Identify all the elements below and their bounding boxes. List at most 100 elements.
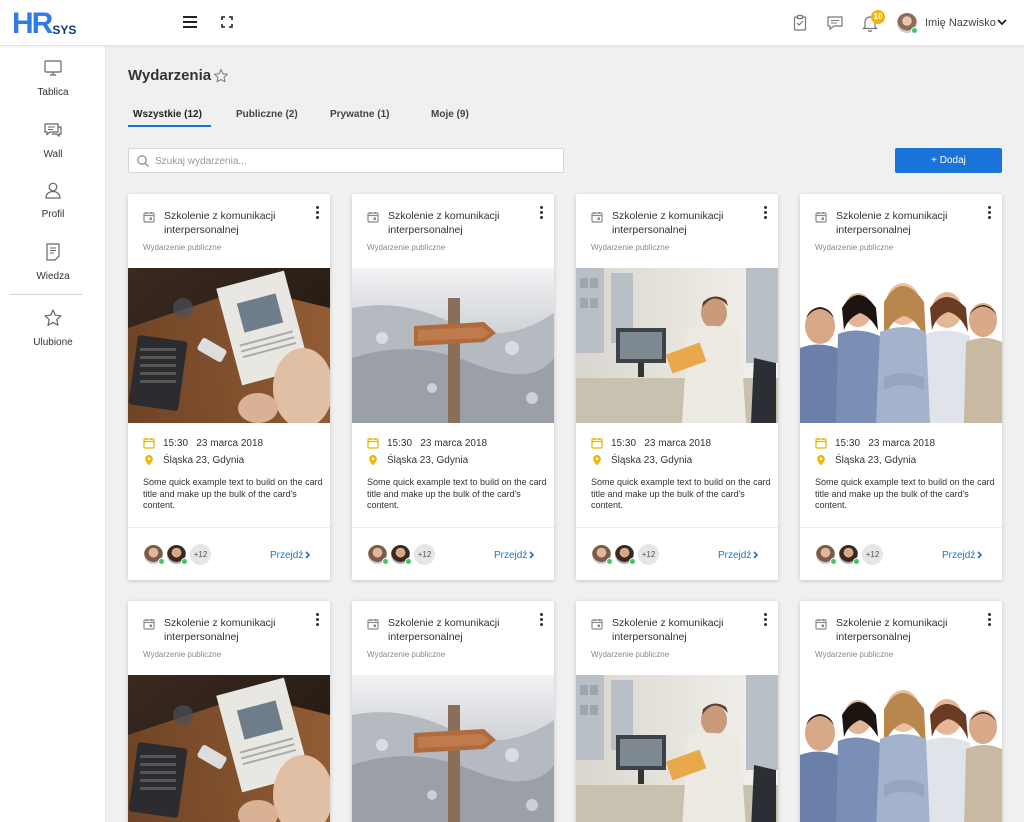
chevron-right-icon [753, 551, 759, 559]
event-title[interactable]: Szkolenie z komunikacji interpersonalnej [164, 616, 304, 644]
event-card[interactable]: Szkolenie z komunikacji interpersonalnej… [128, 194, 330, 580]
event-title[interactable]: Szkolenie z komunikacji interpersonalnej [836, 209, 976, 237]
event-type: Wydarzenie publiczne [367, 650, 446, 659]
event-card[interactable]: Szkolenie z komunikacji interpersonalnej… [128, 601, 330, 822]
more-options-icon[interactable] [762, 613, 768, 627]
sidebar-item-label: Tablica [37, 87, 69, 98]
star-icon [44, 309, 62, 326]
event-description: Some quick example text to build on the … [591, 477, 771, 510]
logo[interactable]: HR SYS [12, 9, 76, 39]
more-options-icon[interactable] [538, 613, 544, 627]
event-time: 15:30 [835, 437, 861, 449]
sidebar-divider [10, 294, 83, 295]
event-title[interactable]: Szkolenie z komunikacji interpersonalnej [612, 209, 752, 237]
event-location-text: Śląska 23, Gdynia [835, 454, 917, 466]
event-title[interactable]: Szkolenie z komunikacji interpersonalnej [388, 616, 528, 644]
search-input[interactable] [155, 153, 555, 169]
user-name[interactable]: Imię Nazwisko [925, 17, 996, 29]
event-type: Wydarzenie publiczne [815, 243, 894, 252]
go-to-label: Przejdź [718, 550, 752, 561]
online-status-icon [181, 558, 188, 565]
card-divider [800, 527, 1002, 528]
event-description: Some quick example text to build on the … [367, 477, 547, 510]
online-status-icon [606, 558, 613, 565]
online-status-icon [853, 558, 860, 565]
more-options-icon[interactable] [986, 613, 992, 627]
event-location: Śląska 23, Gdynia [143, 454, 244, 466]
event-card[interactable]: Szkolenie z komunikacji interpersonalnej… [576, 194, 778, 580]
event-title[interactable]: Szkolenie z komunikacji interpersonalnej [836, 616, 976, 644]
go-to-event-link[interactable]: Przejdź [494, 550, 535, 561]
chevron-down-icon[interactable] [997, 18, 1007, 26]
fullscreen-icon[interactable] [221, 16, 233, 28]
event-location: Śląska 23, Gdynia [591, 454, 692, 466]
more-participants-badge[interactable]: +12 [190, 544, 211, 565]
event-card[interactable]: Szkolenie z komunikacji interpersonalnej… [800, 194, 1002, 580]
tab-prywatne[interactable]: Prywatne (1) [330, 109, 389, 120]
event-datetime: 15:30 23 marca 2018 [143, 437, 263, 449]
event-card[interactable]: Szkolenie z komunikacji interpersonalnej… [352, 194, 554, 580]
event-title[interactable]: Szkolenie z komunikacji interpersonalnej [612, 616, 752, 644]
chevron-right-icon [305, 551, 311, 559]
online-status-icon [405, 558, 412, 565]
event-image [128, 268, 330, 423]
tab-moje[interactable]: Moje (9) [431, 109, 469, 120]
event-datetime: 15:30 23 marca 2018 [591, 437, 711, 449]
calendar-time-icon [591, 438, 603, 449]
go-to-event-link[interactable]: Przejdź [270, 550, 311, 561]
sidebar-item-tablica[interactable]: Tablica [0, 58, 106, 100]
calendar-icon [815, 212, 827, 223]
event-time: 15:30 [387, 437, 413, 449]
event-time: 15:30 [611, 437, 637, 449]
sidebar-item-label: Ulubione [33, 337, 73, 348]
tab-publiczne[interactable]: Publiczne (2) [236, 109, 298, 120]
event-description: Some quick example text to build on the … [143, 477, 323, 510]
notification-badge: 10 [871, 10, 885, 24]
favorite-star-icon[interactable] [213, 68, 229, 84]
go-to-event-link[interactable]: Przejdź [718, 550, 759, 561]
event-description: Some quick example text to build on the … [815, 477, 995, 510]
event-type: Wydarzenie publiczne [591, 650, 670, 659]
sidebar-item-label: Wiedza [36, 271, 70, 282]
more-participants-badge[interactable]: +12 [414, 544, 435, 565]
event-image [576, 268, 778, 423]
online-status-icon [911, 27, 918, 34]
event-date: 23 marca 2018 [196, 437, 264, 449]
event-card[interactable]: Szkolenie z komunikacji interpersonalnej… [800, 601, 1002, 822]
event-title[interactable]: Szkolenie z komunikacji interpersonalnej [388, 209, 528, 237]
more-options-icon[interactable] [314, 613, 320, 627]
sidebar: Tablica Wall Profil Wiedza Ulubione [0, 46, 106, 822]
go-to-event-link[interactable]: Przejdź [942, 550, 983, 561]
go-to-label: Przejdź [270, 550, 304, 561]
search-icon [137, 155, 150, 168]
event-card[interactable]: Szkolenie z komunikacji interpersonalnej… [352, 601, 554, 822]
event-image [352, 268, 554, 423]
tab-wszystkie[interactable]: Wszystkie (12) [133, 109, 202, 120]
more-options-icon[interactable] [314, 206, 320, 220]
sidebar-item-ulubione[interactable]: Ulubione [0, 308, 106, 350]
event-image [576, 675, 778, 822]
sidebar-item-wiedza[interactable]: Wiedza [0, 242, 106, 284]
search-box [128, 148, 564, 173]
document-icon [46, 243, 60, 261]
event-title[interactable]: Szkolenie z komunikacji interpersonalnej [164, 209, 304, 237]
menu-icon[interactable] [183, 16, 197, 28]
more-participants-badge[interactable]: +12 [862, 544, 883, 565]
messages-icon[interactable] [826, 14, 844, 32]
go-to-label: Przejdź [942, 550, 976, 561]
event-card[interactable]: Szkolenie z komunikacji interpersonalnej… [576, 601, 778, 822]
event-location-text: Śląska 23, Gdynia [611, 454, 693, 466]
more-options-icon[interactable] [538, 206, 544, 220]
more-options-icon[interactable] [762, 206, 768, 220]
more-participants-badge[interactable]: +12 [638, 544, 659, 565]
add-event-button[interactable]: + Dodaj [895, 148, 1002, 173]
top-bar: HR SYS 10 Imię Nazwisko [0, 0, 1024, 46]
event-image [128, 675, 330, 822]
calendar-icon [367, 619, 379, 630]
sidebar-item-profil[interactable]: Profil [0, 180, 106, 222]
clipboard-icon[interactable] [791, 14, 809, 32]
card-divider [128, 527, 330, 528]
sidebar-item-wall[interactable]: Wall [0, 120, 106, 162]
more-options-icon[interactable] [986, 206, 992, 220]
event-location: Śląska 23, Gdynia [815, 454, 916, 466]
